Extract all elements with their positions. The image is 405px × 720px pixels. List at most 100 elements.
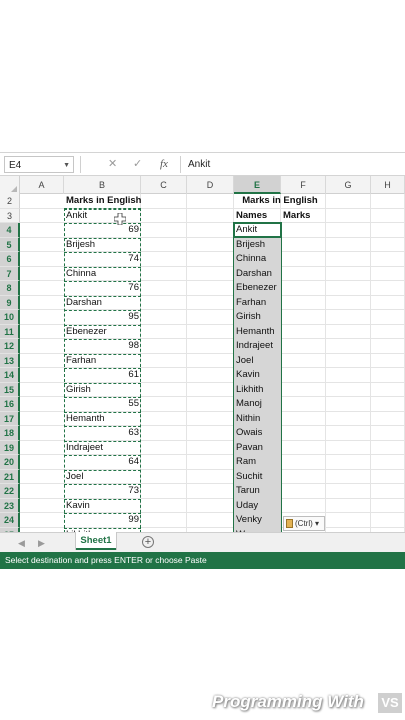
cell-e17[interactable]: Nithin (234, 412, 281, 427)
row-header-14[interactable]: 14 (0, 368, 20, 383)
cell-e7[interactable]: Darshan (234, 267, 281, 282)
column-header-e[interactable]: E (234, 176, 281, 194)
cell-b19[interactable]: Indrajeet (64, 441, 141, 456)
cell-e16[interactable]: Manoj (234, 397, 281, 412)
row-header-8[interactable]: 8 (0, 281, 20, 296)
row-header-21[interactable]: 21 (0, 469, 20, 484)
column-gridline (370, 194, 371, 532)
cell-e20[interactable]: Ram (234, 455, 281, 470)
cell-e9[interactable]: Farhan (234, 296, 281, 311)
cell-e10[interactable]: Girish (234, 310, 281, 325)
cell-e13[interactable]: Joel (234, 354, 281, 369)
cell-b9[interactable]: Darshan (64, 296, 141, 311)
row-header-5[interactable]: 5 (0, 237, 20, 252)
cell-f3[interactable]: Marks (281, 209, 326, 224)
next-sheet-icon[interactable]: ▶ (38, 536, 45, 550)
column-header-f[interactable]: F (281, 176, 326, 194)
cell-e15[interactable]: Likhith (234, 383, 281, 398)
row-header-7[interactable]: 7 (0, 266, 20, 281)
cell-b3[interactable]: Ankit (64, 209, 141, 224)
cell-e18[interactable]: Owais (234, 426, 281, 441)
cell-e4[interactable]: Ankit (234, 223, 281, 238)
row-header-4[interactable]: 4 (0, 223, 20, 238)
cell-b8[interactable]: 76 (64, 281, 141, 296)
cell-e21[interactable]: Suchit (234, 470, 281, 485)
row-header-20[interactable]: 20 (0, 455, 20, 470)
row-header-16[interactable]: 16 (0, 397, 20, 412)
row-header-11[interactable]: 11 (0, 324, 20, 339)
column-header-d[interactable]: D (187, 176, 234, 194)
cell-b11[interactable]: Ebenezer (64, 325, 141, 340)
cell-b10[interactable]: 95 (64, 310, 141, 325)
prev-sheet-icon[interactable]: ◀ (18, 536, 25, 550)
row-header-23[interactable]: 23 (0, 498, 20, 513)
cell-b4[interactable]: 69 (64, 223, 141, 238)
row-header-17[interactable]: 17 (0, 411, 20, 426)
cell-e12[interactable]: Indrajeet (234, 339, 281, 354)
cell-b23[interactable]: Kavin (64, 499, 141, 514)
cell-b17[interactable]: Hemanth (64, 412, 141, 427)
row-header-9[interactable]: 9 (0, 295, 20, 310)
cell-b6[interactable]: 74 (64, 252, 141, 267)
worksheet-grid[interactable]: ABCDEFGH 2 3 4 5 6 7 8 9 10 11 12 13 14 15 16 17 18 19 20 2… (0, 176, 405, 532)
cell-cursor-icon (114, 213, 126, 225)
cell-b5[interactable]: Brijesh (64, 238, 141, 253)
cell-e5[interactable]: Brijesh (234, 238, 281, 253)
row-header-18[interactable]: 18 (0, 426, 20, 441)
cell-e19[interactable]: Pavan (234, 441, 281, 456)
cell-b2[interactable]: Marks in English (64, 194, 141, 209)
cell-e8[interactable]: Ebenezer (234, 281, 281, 296)
copy-marquee-row-edge (64, 324, 141, 326)
formula-input[interactable]: Ankit (188, 156, 210, 173)
row-header-3[interactable]: 3 (0, 208, 20, 223)
tab-sheet1[interactable]: Sheet1 (76, 532, 116, 550)
chevron-down-icon[interactable]: ▼ (63, 157, 70, 174)
column-header-c[interactable]: C (141, 176, 187, 194)
cell-e11[interactable]: Hemanth (234, 325, 281, 340)
cell-e14[interactable]: Kavin (234, 368, 281, 383)
row-header-22[interactable]: 22 (0, 484, 20, 499)
row-header-12[interactable]: 12 (0, 339, 20, 354)
cell-b15[interactable]: Girish (64, 383, 141, 398)
cell-b21[interactable]: Joel (64, 470, 141, 485)
cell-e6[interactable]: Chinna (234, 252, 281, 267)
copy-marquee-row-edge (64, 484, 141, 485)
insert-function-icon[interactable]: fx (160, 156, 168, 173)
copy-marquee-row-edge (64, 426, 141, 427)
row-header-6[interactable]: 6 (0, 252, 20, 267)
cell-e22[interactable]: Tarun (234, 484, 281, 499)
cell-e3[interactable]: Names (234, 209, 281, 224)
enter-icon[interactable]: ✓ (133, 156, 142, 173)
cell-b22[interactable]: 73 (64, 484, 141, 499)
copy-marquee-row-edge (64, 252, 141, 253)
cell-e24[interactable]: Venky (234, 513, 281, 528)
cell-e2[interactable]: Marks in English (234, 194, 326, 209)
copy-marquee-row-edge (64, 237, 141, 239)
column-header-b[interactable]: B (64, 176, 141, 194)
paste-options-button[interactable]: (Ctrl) ▾ (283, 516, 325, 531)
row-header-13[interactable]: 13 (0, 353, 20, 368)
row-header-2[interactable]: 2 (0, 194, 20, 209)
add-sheet-icon[interactable]: + (142, 536, 154, 548)
row-header-15[interactable]: 15 (0, 382, 20, 397)
cell-e23[interactable]: Uday (234, 499, 281, 514)
column-header-a[interactable]: A (20, 176, 64, 194)
cell-b7[interactable]: Chinna (64, 267, 141, 282)
cell-b14[interactable]: 61 (64, 368, 141, 383)
name-box[interactable]: E4 ▼ (4, 156, 74, 173)
sheet-tabs-bar: ◀ ▶ Sheet1 + (0, 532, 405, 552)
cell-b24[interactable]: 99 (64, 513, 141, 528)
cell-b18[interactable]: 63 (64, 426, 141, 441)
cancel-icon[interactable]: ✕ (108, 156, 117, 173)
column-header-g[interactable]: G (326, 176, 371, 194)
cell-b16[interactable]: 55 (64, 397, 141, 412)
cell-b20[interactable]: 64 (64, 455, 141, 470)
row-header-19[interactable]: 19 (0, 440, 20, 455)
row-header-24[interactable]: 24 (0, 513, 20, 528)
select-all-corner[interactable] (0, 176, 20, 194)
column-gridline (186, 194, 187, 532)
row-header-10[interactable]: 10 (0, 310, 20, 325)
cell-b12[interactable]: 98 (64, 339, 141, 354)
cell-b13[interactable]: Farhan (64, 354, 141, 369)
column-header-h[interactable]: H (371, 176, 405, 194)
